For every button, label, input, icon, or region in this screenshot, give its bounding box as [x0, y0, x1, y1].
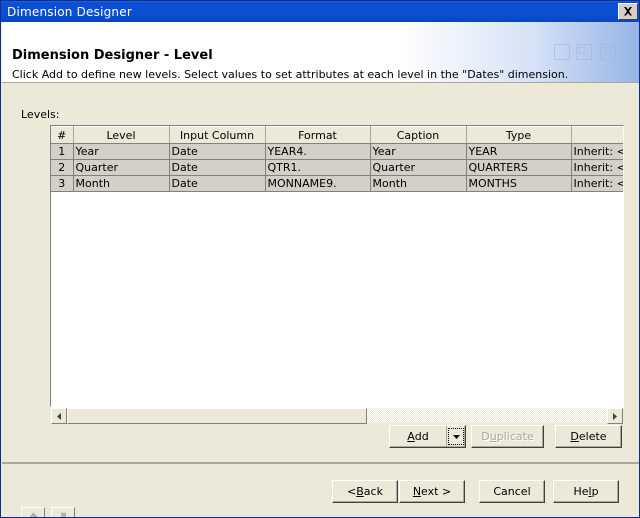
cell-type[interactable]: MONTHS — [466, 175, 572, 192]
cell-input-column[interactable]: Date — [169, 143, 266, 160]
add-dropdown-button[interactable] — [446, 426, 465, 447]
footer-separator — [2, 463, 639, 464]
cancel-label: Cancel — [493, 485, 531, 498]
help-label-prefix: He — [573, 485, 589, 498]
cell-caption[interactable]: Month — [370, 175, 467, 192]
cell-type[interactable]: QUARTERS — [466, 159, 572, 176]
page-description: Click Add to define new levels. Select v… — [12, 68, 569, 81]
add-label-suffix: dd — [414, 430, 429, 443]
table-header-row: # Level Input Column Format Caption Type — [51, 126, 623, 144]
scroll-left-button[interactable] — [51, 408, 67, 424]
title-bar: Dimension Designer — [1, 1, 639, 22]
table-row[interactable]: 1 Year Date YEAR4. Year YEAR Inherit: < … — [51, 143, 623, 160]
scrollbar-track[interactable] — [67, 408, 607, 424]
wizard-header-panel: Dimension Designer - Level Click Add to … — [2, 22, 639, 83]
table-row[interactable]: 3 Month Date MONNAME9. Month MONTHS Inhe… — [51, 175, 623, 192]
close-icon — [624, 7, 632, 16]
cell-extra[interactable]: Inherit: < Asc — [571, 159, 623, 176]
levels-label: Levels: — [21, 108, 60, 121]
cell-caption[interactable]: Quarter — [370, 159, 467, 176]
help-button[interactable]: He l p — [553, 480, 619, 503]
column-header-number[interactable]: # — [51, 126, 74, 144]
duplicate-button[interactable]: Du plicate — [471, 425, 544, 448]
arrow-left-icon — [56, 412, 61, 420]
cell-format[interactable]: YEAR4. — [265, 143, 371, 160]
arrow-right-icon — [612, 412, 617, 420]
delete-button[interactable]: Delete — [555, 425, 622, 448]
cell-caption[interactable]: Year — [370, 143, 467, 160]
back-label-suffix: ack — [363, 485, 383, 498]
arrow-down-icon — [60, 512, 66, 517]
column-header-extra[interactable] — [571, 126, 623, 144]
duplicate-label-suffix: plicate — [496, 430, 534, 443]
cell-extra[interactable]: Inherit: < Asc — [571, 175, 623, 192]
page-title: Dimension Designer - Level — [12, 48, 213, 63]
column-header-caption[interactable]: Caption — [370, 126, 467, 144]
next-button[interactable]: Next > — [399, 480, 465, 503]
move-down-button[interactable] — [51, 507, 75, 517]
move-up-button[interactable] — [21, 507, 45, 517]
dimension-designer-window: Dimension Designer Dimension Designer - … — [0, 0, 640, 518]
column-header-input-column[interactable]: Input Column — [169, 126, 266, 144]
scrollbar-thumb[interactable] — [67, 408, 367, 424]
add-button[interactable]: Add — [389, 425, 466, 448]
next-accel: N — [412, 485, 422, 498]
table-row[interactable]: 2 Quarter Date QTR1. Quarter QUARTERS In… — [51, 159, 623, 176]
add-accel: A — [407, 430, 415, 443]
cell-input-column[interactable]: Date — [169, 175, 266, 192]
cell-number[interactable]: 1 — [51, 143, 74, 160]
column-header-type[interactable]: Type — [466, 126, 572, 144]
back-accel: B — [356, 485, 364, 498]
back-label-prefix: < — [347, 485, 357, 498]
cell-type[interactable]: YEAR — [466, 143, 572, 160]
header-watermark-icon — [554, 44, 616, 60]
add-button-label: Add — [390, 426, 446, 447]
levels-table: # Level Input Column Format Caption Type… — [51, 126, 623, 192]
arrow-up-icon — [28, 512, 38, 517]
cell-level[interactable]: Year — [73, 143, 170, 160]
delete-label-suffix: elete — [578, 430, 607, 443]
window-title: Dimension Designer — [7, 4, 132, 19]
cell-extra[interactable]: Inherit: < Asc — [571, 143, 623, 160]
close-button[interactable] — [618, 3, 638, 20]
horizontal-scrollbar[interactable] — [51, 407, 623, 424]
levels-grid[interactable]: # Level Input Column Format Caption Type… — [50, 125, 624, 407]
cell-number[interactable]: 2 — [51, 159, 74, 176]
column-header-level[interactable]: Level — [73, 126, 170, 144]
delete-accel: D — [570, 430, 579, 443]
cell-number[interactable]: 3 — [51, 175, 74, 192]
cell-format[interactable]: MONNAME9. — [265, 175, 371, 192]
cell-format[interactable]: QTR1. — [265, 159, 371, 176]
cell-level[interactable]: Quarter — [73, 159, 170, 176]
cell-input-column[interactable]: Date — [169, 159, 266, 176]
cell-level[interactable]: Month — [73, 175, 170, 192]
help-label-suffix: p — [591, 485, 599, 498]
scroll-right-button[interactable] — [607, 408, 623, 424]
dialog-body: Levels: # Level Input Column Format Capt… — [2, 83, 639, 517]
duplicate-accel: u — [489, 430, 497, 443]
column-header-format[interactable]: Format — [265, 126, 371, 144]
duplicate-label-prefix: D — [481, 430, 490, 443]
back-button[interactable]: < Back — [332, 480, 398, 503]
chevron-down-icon — [452, 434, 460, 439]
next-label-suffix: ext > — [421, 485, 452, 498]
cancel-button[interactable]: Cancel — [479, 480, 545, 503]
